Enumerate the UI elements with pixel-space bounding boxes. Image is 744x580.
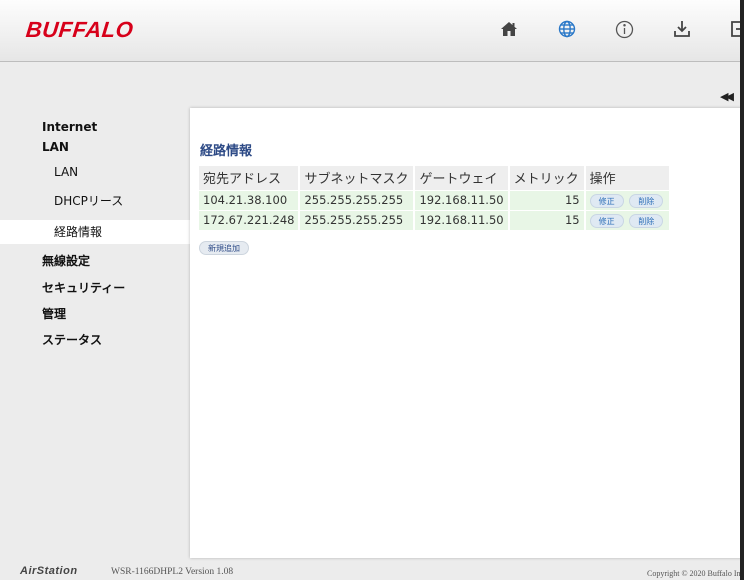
- cell-metric: 15: [508, 189, 586, 210]
- cell-destination: 104.21.38.100: [199, 189, 301, 210]
- header-bar: BUFFALO: [0, 0, 744, 62]
- cell-gateway: 192.168.11.50: [414, 209, 510, 230]
- delete-button[interactable]: 削除: [629, 193, 664, 208]
- cell-metric: 15: [508, 209, 586, 230]
- cell-actions: 修正 削除: [584, 209, 672, 230]
- cell-destination: 172.67.221.248: [199, 209, 301, 230]
- table-header-row: 宛先アドレス サブネットマスク ゲートウェイ メトリック 操作: [199, 166, 672, 190]
- sidebar-item-lan[interactable]: LAN: [0, 135, 190, 159]
- collapse-sidebar-button[interactable]: ◀◀: [720, 90, 734, 103]
- buffalo-logo[interactable]: BUFFALO: [25, 17, 135, 43]
- route-table: 宛先アドレス サブネットマスク ゲートウェイ メトリック 操作 104.21.3…: [199, 166, 672, 230]
- sidebar-item-status[interactable]: ステータス: [0, 328, 190, 352]
- cell-gateway: 192.168.11.50: [414, 189, 510, 210]
- column-header-destination: 宛先アドレス: [199, 166, 301, 190]
- delete-button[interactable]: 削除: [629, 213, 664, 228]
- sidebar-item-admin[interactable]: 管理: [0, 302, 190, 326]
- airstation-logo: AirStation: [20, 565, 78, 577]
- copyright-text: Copyright © 2020 Buffalo Inc.: [647, 569, 744, 578]
- sidebar-subitem-dhcp-lease[interactable]: DHCPリース: [0, 189, 190, 213]
- cell-actions: 修正 削除: [584, 189, 672, 210]
- cell-subnet-mask: 255.255.255.255: [299, 209, 416, 230]
- info-icon[interactable]: [613, 18, 635, 40]
- sidebar-subitem-routing-info[interactable]: 経路情報: [0, 220, 190, 244]
- sidebar-item-security[interactable]: セキュリティー: [0, 276, 190, 300]
- column-header-actions: 操作: [584, 166, 672, 190]
- sidebar-subitem-lan[interactable]: LAN: [0, 160, 190, 184]
- home-icon[interactable]: [498, 18, 520, 40]
- add-new-route-button[interactable]: 新規追加: [199, 241, 249, 255]
- edit-button[interactable]: 修正: [589, 213, 624, 228]
- window-edge: [740, 0, 744, 580]
- column-header-metric: メトリック: [508, 166, 586, 190]
- cell-subnet-mask: 255.255.255.255: [299, 189, 416, 210]
- column-header-subnet-mask: サブネットマスク: [299, 166, 416, 190]
- edit-button[interactable]: 修正: [589, 193, 624, 208]
- table-row: 172.67.221.248 255.255.255.255 192.168.1…: [199, 209, 672, 230]
- globe-icon[interactable]: [556, 18, 578, 40]
- firmware-version: WSR-1166DHPL2 Version 1.08: [111, 567, 234, 577]
- page-title: 経路情報: [200, 144, 253, 159]
- download-icon[interactable]: [671, 18, 693, 40]
- table-row: 104.21.38.100 255.255.255.255 192.168.11…: [199, 189, 672, 210]
- main-panel: 経路情報 宛先アドレス サブネットマスク ゲートウェイ メトリック 操作 104…: [190, 108, 742, 558]
- sidebar-item-wireless[interactable]: 無線設定: [0, 249, 190, 273]
- column-header-gateway: ゲートウェイ: [414, 166, 510, 190]
